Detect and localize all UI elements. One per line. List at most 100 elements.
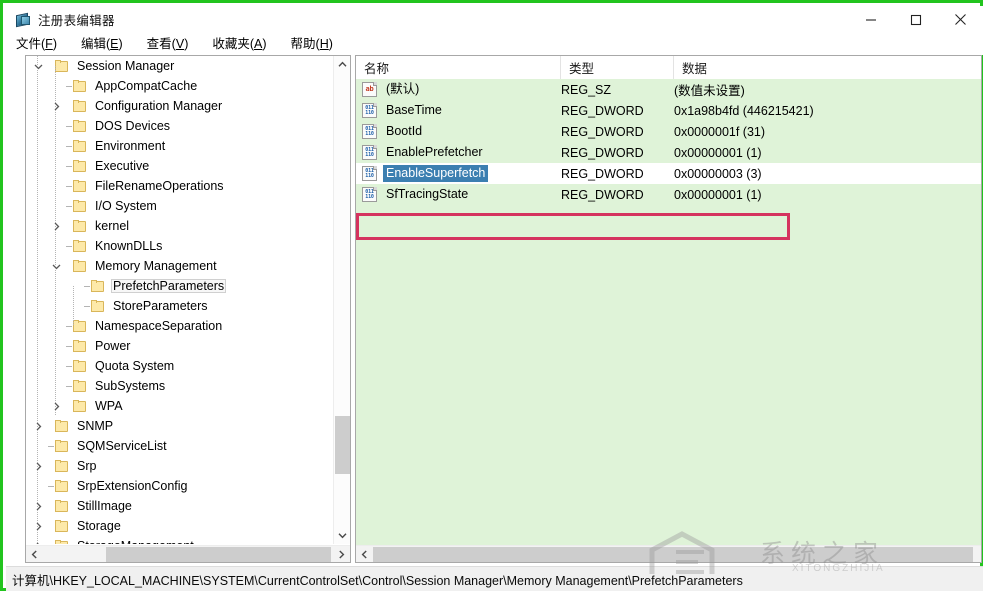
column-header-data[interactable]: 数据 bbox=[674, 56, 981, 79]
tree-horizontal-scrollbar[interactable] bbox=[26, 545, 350, 562]
registry-tree-pane[interactable]: Session Manager AppCompatCache Configurati… bbox=[25, 55, 351, 563]
tree-twisty-none bbox=[48, 176, 64, 196]
tree-item-configuration-manager[interactable]: Configuration Manager bbox=[26, 96, 334, 116]
tree-twisty-none bbox=[48, 336, 64, 356]
tree-guide-line bbox=[64, 336, 73, 356]
tree-expander-collapsed[interactable] bbox=[30, 536, 46, 544]
menu-item-edit[interactable]: 编辑(E) bbox=[81, 38, 123, 51]
value-name-cell: 011 110 BootId bbox=[356, 123, 561, 140]
tree-guide-line bbox=[64, 376, 73, 396]
tree-twisty-none bbox=[30, 476, 46, 496]
tree-item-power[interactable]: Power bbox=[26, 336, 334, 356]
value-row[interactable]: 011 110 BootId REG_DWORD 0x0000001f (31) bbox=[356, 121, 981, 142]
tree-item-label: StoreParameters bbox=[113, 298, 208, 313]
value-data-cell: (数值未设置) bbox=[674, 84, 745, 98]
menu-item-help[interactable]: 帮助(H) bbox=[291, 38, 333, 51]
tree-scroll-up-button[interactable] bbox=[334, 56, 350, 73]
tree-expander-collapsed[interactable] bbox=[48, 396, 64, 416]
registry-values-pane[interactable]: 名称 类型 数据 ab (默认) REG_SZ (数值未设置) 011 110 BaseTi… bbox=[355, 55, 982, 563]
registry-tree[interactable]: Session Manager AppCompatCache Configurati… bbox=[26, 56, 334, 544]
folder-icon bbox=[73, 99, 87, 113]
list-scroll-left-button[interactable] bbox=[356, 546, 373, 562]
value-name-text: BaseTime bbox=[386, 103, 442, 118]
minimize-button[interactable] bbox=[848, 6, 893, 33]
folder-icon bbox=[91, 299, 105, 313]
tree-item-label: WPA bbox=[95, 398, 123, 413]
value-row[interactable]: 011 110 SfTracingState REG_DWORD 0x00000001 … bbox=[356, 184, 981, 205]
tree-item-appcompatcache[interactable]: AppCompatCache bbox=[26, 76, 334, 96]
folder-icon bbox=[73, 339, 87, 353]
tree-guide-vline-root bbox=[37, 56, 38, 544]
column-header-type[interactable]: 类型 bbox=[561, 56, 674, 79]
value-data-cell: 0x0000001f (31) bbox=[674, 124, 766, 139]
tree-item-session-manager[interactable]: Session Manager bbox=[26, 56, 334, 76]
list-horizontal-scrollbar[interactable] bbox=[356, 545, 981, 562]
tree-item-knowndlls[interactable]: KnownDLLs bbox=[26, 236, 334, 256]
value-row[interactable]: 011 110 BaseTime REG_DWORD 0x1a98b4fd (44621… bbox=[356, 100, 981, 121]
status-bar: 计算机\HKEY_LOCAL_MACHINE\SYSTEM\CurrentCon… bbox=[6, 566, 983, 591]
tree-vertical-scrollbar[interactable] bbox=[333, 56, 350, 544]
chevron-up-icon bbox=[338, 61, 347, 67]
value-name-text: (默认) bbox=[386, 82, 420, 97]
value-data-cell: 0x00000003 (3) bbox=[674, 166, 762, 181]
value-row[interactable]: 011 110 EnableSuperfetch REG_DWORD 0x0000000… bbox=[356, 163, 981, 184]
menu-item-file[interactable]: 文件(F) bbox=[16, 38, 57, 51]
maximize-button[interactable] bbox=[893, 6, 938, 33]
tree-guide-line bbox=[64, 396, 73, 416]
menu-item-view[interactable]: 查看(V) bbox=[147, 38, 189, 51]
close-button[interactable] bbox=[938, 6, 983, 33]
tree-item-wpa[interactable]: WPA bbox=[26, 396, 334, 416]
tree-item-storagemanagement[interactable]: StorageManagement bbox=[26, 536, 334, 544]
menu-edit-accel: E bbox=[110, 36, 119, 51]
tree-item-dos-devices[interactable]: DOS Devices bbox=[26, 116, 334, 136]
tree-item-environment[interactable]: Environment bbox=[26, 136, 334, 156]
tree-expander-collapsed[interactable] bbox=[30, 456, 46, 476]
tree-item-stillimage[interactable]: StillImage bbox=[26, 496, 334, 516]
tree-scroll-left-button[interactable] bbox=[26, 546, 43, 562]
tree-expander-collapsed[interactable] bbox=[48, 216, 64, 236]
tree-expander-expanded[interactable] bbox=[30, 56, 46, 76]
tree-item-srpextensionconfig[interactable]: SrpExtensionConfig bbox=[26, 476, 334, 496]
registry-values-list[interactable]: ab (默认) REG_SZ (数值未设置) 011 110 BaseTime REG_DWO… bbox=[356, 79, 981, 542]
tree-item-quota-system[interactable]: Quota System bbox=[26, 356, 334, 376]
tree-guide-line bbox=[46, 416, 55, 436]
tree-hscrollbar-thumb[interactable] bbox=[106, 547, 331, 562]
tree-item-kernel[interactable]: kernel bbox=[26, 216, 334, 236]
tree-guide-line bbox=[64, 256, 73, 276]
column-header-name[interactable]: 名称 bbox=[356, 56, 561, 79]
menu-item-favorites[interactable]: 收藏夹(A) bbox=[212, 38, 266, 51]
menu-help-text: 帮助( bbox=[290, 36, 320, 51]
tree-item-label: KnownDLLs bbox=[95, 238, 163, 253]
tree-item-subsystems[interactable]: SubSystems bbox=[26, 376, 334, 396]
folder-icon bbox=[73, 319, 87, 333]
tree-expander-collapsed[interactable] bbox=[30, 496, 46, 516]
tree-scroll-right-button[interactable] bbox=[333, 546, 350, 562]
tree-expander-collapsed[interactable] bbox=[30, 516, 46, 536]
tree-scrollbar-thumb[interactable] bbox=[335, 416, 350, 474]
tree-scroll-down-button[interactable] bbox=[334, 527, 350, 544]
tree-guide-line bbox=[64, 236, 73, 256]
tree-item-sqmservicelist[interactable]: SQMServiceList bbox=[26, 436, 334, 456]
tree-item-executive[interactable]: Executive bbox=[26, 156, 334, 176]
tree-twisty-none bbox=[48, 356, 64, 376]
tree-twisty-none bbox=[48, 196, 64, 216]
tree-guide-line bbox=[64, 196, 73, 216]
folder-icon bbox=[73, 359, 87, 373]
tree-expander-collapsed[interactable] bbox=[30, 416, 46, 436]
tree-item-srp[interactable]: Srp bbox=[26, 456, 334, 476]
chevron-left-icon bbox=[361, 550, 367, 559]
tree-expander-collapsed[interactable] bbox=[48, 96, 64, 116]
tree-expander-expanded[interactable] bbox=[48, 256, 64, 276]
value-row[interactable]: 011 110 EnablePrefetcher REG_DWORD 0x0000000… bbox=[356, 142, 981, 163]
tree-item-label: SubSystems bbox=[95, 378, 166, 393]
tree-item-storage[interactable]: Storage bbox=[26, 516, 334, 536]
list-hscrollbar-thumb[interactable] bbox=[373, 547, 973, 562]
tree-item-memory-management[interactable]: Memory Management bbox=[26, 256, 334, 276]
tree-item-i-o-system[interactable]: I/O System bbox=[26, 196, 334, 216]
tree-item-snmp[interactable]: SNMP bbox=[26, 416, 334, 436]
value-type-cell: REG_DWORD bbox=[561, 124, 644, 139]
value-row[interactable]: ab (默认) REG_SZ (数值未设置) bbox=[356, 79, 981, 100]
tree-guide-line bbox=[46, 536, 55, 544]
folder-icon bbox=[55, 459, 69, 473]
tree-item-filerenameoperations[interactable]: FileRenameOperations bbox=[26, 176, 334, 196]
